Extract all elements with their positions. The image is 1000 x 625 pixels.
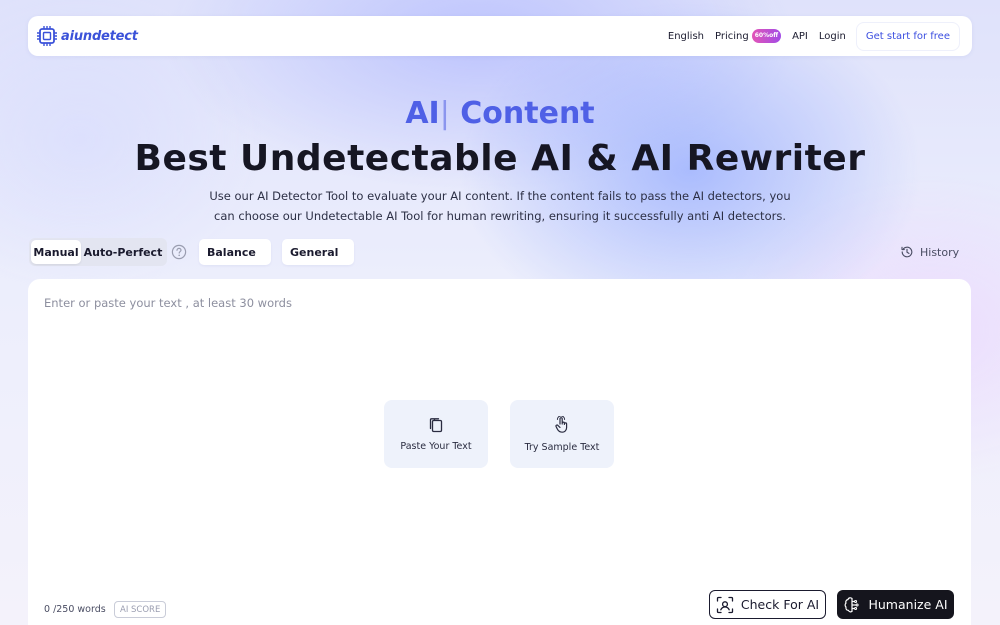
humanize-ai-label: Humanize AI — [868, 597, 948, 612]
hero-description: Use our AI Detector Tool to evaluate you… — [209, 189, 791, 223]
language-selector[interactable]: English — [668, 31, 704, 42]
question-circle-icon[interactable] — [171, 244, 187, 260]
login-link[interactable]: Login — [819, 31, 846, 42]
page-title: Best Undetectable AI & AI Rewriter — [134, 138, 866, 179]
word-count: 0 /250 words — [44, 604, 106, 615]
purpose-value: General — [290, 245, 339, 259]
purpose-dropdown[interactable]: General — [282, 239, 354, 265]
try-sample-label: Try Sample Text — [524, 441, 600, 453]
clipboard-icon — [429, 417, 443, 432]
discount-badge: 60%off — [751, 29, 782, 43]
hero-subtitle: AI| Content — [0, 96, 1000, 132]
history-label: History — [920, 245, 960, 259]
history-clock-icon — [901, 246, 913, 258]
brand-name: aiundetect — [61, 28, 138, 44]
history-button[interactable]: History — [900, 239, 970, 265]
pointer-hand-icon — [555, 415, 568, 433]
top-navbar: aiundetect English Pricing 60%off API Lo… — [28, 16, 972, 56]
strength-value: Balance — [207, 245, 256, 259]
mode-manual-button[interactable]: Manual — [31, 240, 81, 264]
hero-subtitle-rest: Content — [449, 96, 595, 131]
try-sample-button[interactable]: Try Sample Text — [510, 400, 614, 468]
paste-text-button[interactable]: Paste Your Text — [384, 400, 488, 468]
editor-placeholder: Enter or paste your text , at least 30 w… — [44, 296, 292, 310]
mode-auto-perfect-button[interactable]: Auto-Perfect — [81, 240, 165, 264]
pricing-link[interactable]: Pricing 60%off — [715, 29, 782, 43]
text-editor[interactable]: Enter or paste your text , at least 30 w… — [28, 279, 971, 625]
ai-score-badge: AI SCORE — [114, 601, 167, 618]
hero-subtitle-ai: AI — [405, 96, 440, 131]
paste-text-label: Paste Your Text — [400, 440, 472, 452]
get-started-button[interactable]: Get start for free — [855, 21, 960, 51]
mode-toggle: Manual Auto-Perfect — [29, 238, 167, 266]
check-for-ai-button[interactable]: Check For AI — [709, 590, 826, 619]
pricing-label: Pricing — [715, 30, 749, 42]
nav-links: English Pricing 60%off API Login Get sta… — [668, 21, 960, 51]
brain-icon — [844, 596, 860, 612]
typing-cursor: | — [439, 96, 450, 131]
logo-chip-icon — [37, 26, 57, 46]
humanize-ai-button[interactable]: Humanize AI — [837, 590, 954, 619]
strength-dropdown[interactable]: Balance — [199, 239, 271, 265]
api-link[interactable]: API — [792, 31, 808, 42]
scan-icon — [716, 596, 734, 613]
check-for-ai-label: Check For AI — [740, 597, 820, 612]
brand-logo[interactable]: aiundetect — [36, 25, 138, 47]
